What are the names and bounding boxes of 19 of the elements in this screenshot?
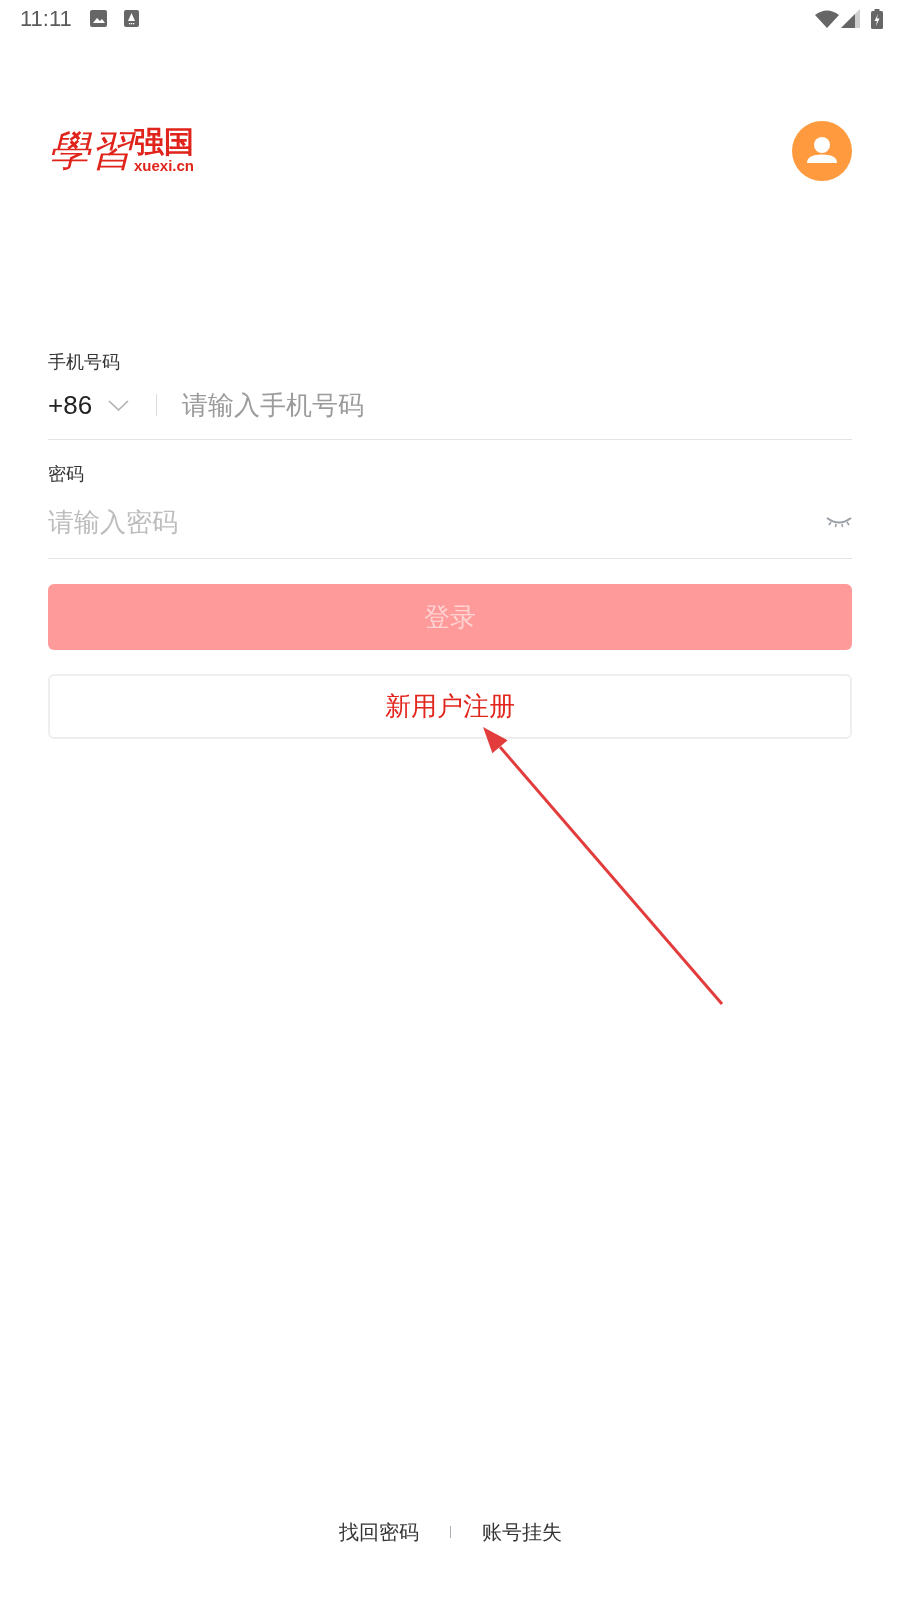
notification-icon [123, 10, 139, 27]
chevron-down-icon [108, 399, 130, 411]
logo-title: 强国 [134, 126, 194, 158]
signal-icon [841, 9, 860, 28]
phone-number-field[interactable]: 请输入手机号码 [182, 385, 852, 425]
logo-domain: xuexi.cn [134, 157, 195, 175]
recover-password-link[interactable]: 找回密码 [338, 1517, 419, 1547]
password-label: 密码 [48, 462, 84, 486]
country-code-selector[interactable]: +86 [48, 389, 130, 421]
status-time: 11:11 [20, 7, 72, 30]
image-icon [89, 10, 107, 27]
closed-eye-icon[interactable] [826, 516, 852, 528]
user-avatar-icon[interactable] [792, 121, 852, 181]
password-field[interactable]: 请输入密码 [48, 502, 816, 542]
report-lost-account-link[interactable]: 账号挂失 [481, 1517, 562, 1547]
register-button[interactable]: 新用户注册 [48, 674, 852, 739]
wifi-icon [815, 9, 839, 28]
battery-charging-icon [871, 8, 883, 29]
phone-label: 手机号码 [48, 350, 120, 374]
